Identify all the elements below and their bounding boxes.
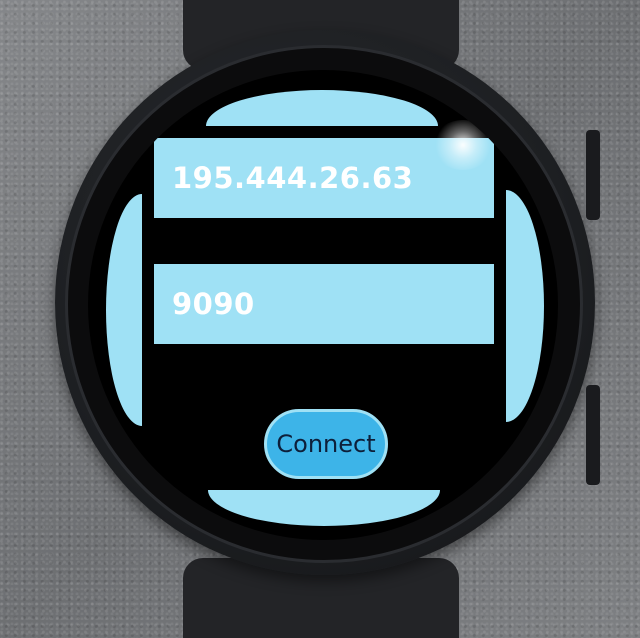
- watch-side-button-top[interactable]: [586, 130, 600, 220]
- port-input[interactable]: 9090: [154, 264, 494, 344]
- decorative-arc-left: [106, 194, 142, 426]
- ip-address-value: 195.444.26.63: [172, 161, 414, 195]
- connect-button-label: Connect: [276, 430, 376, 458]
- ip-address-input[interactable]: 195.444.26.63: [154, 138, 494, 218]
- decorative-arc-bottom: [208, 490, 440, 526]
- decorative-arc-right: [506, 190, 544, 422]
- port-value: 9090: [172, 287, 255, 321]
- watch-screen: 195.444.26.63 9090 Connect: [88, 70, 558, 540]
- connect-button[interactable]: Connect: [264, 409, 388, 479]
- watch-side-button-bottom[interactable]: [586, 385, 600, 485]
- decorative-arc-top: [206, 90, 438, 126]
